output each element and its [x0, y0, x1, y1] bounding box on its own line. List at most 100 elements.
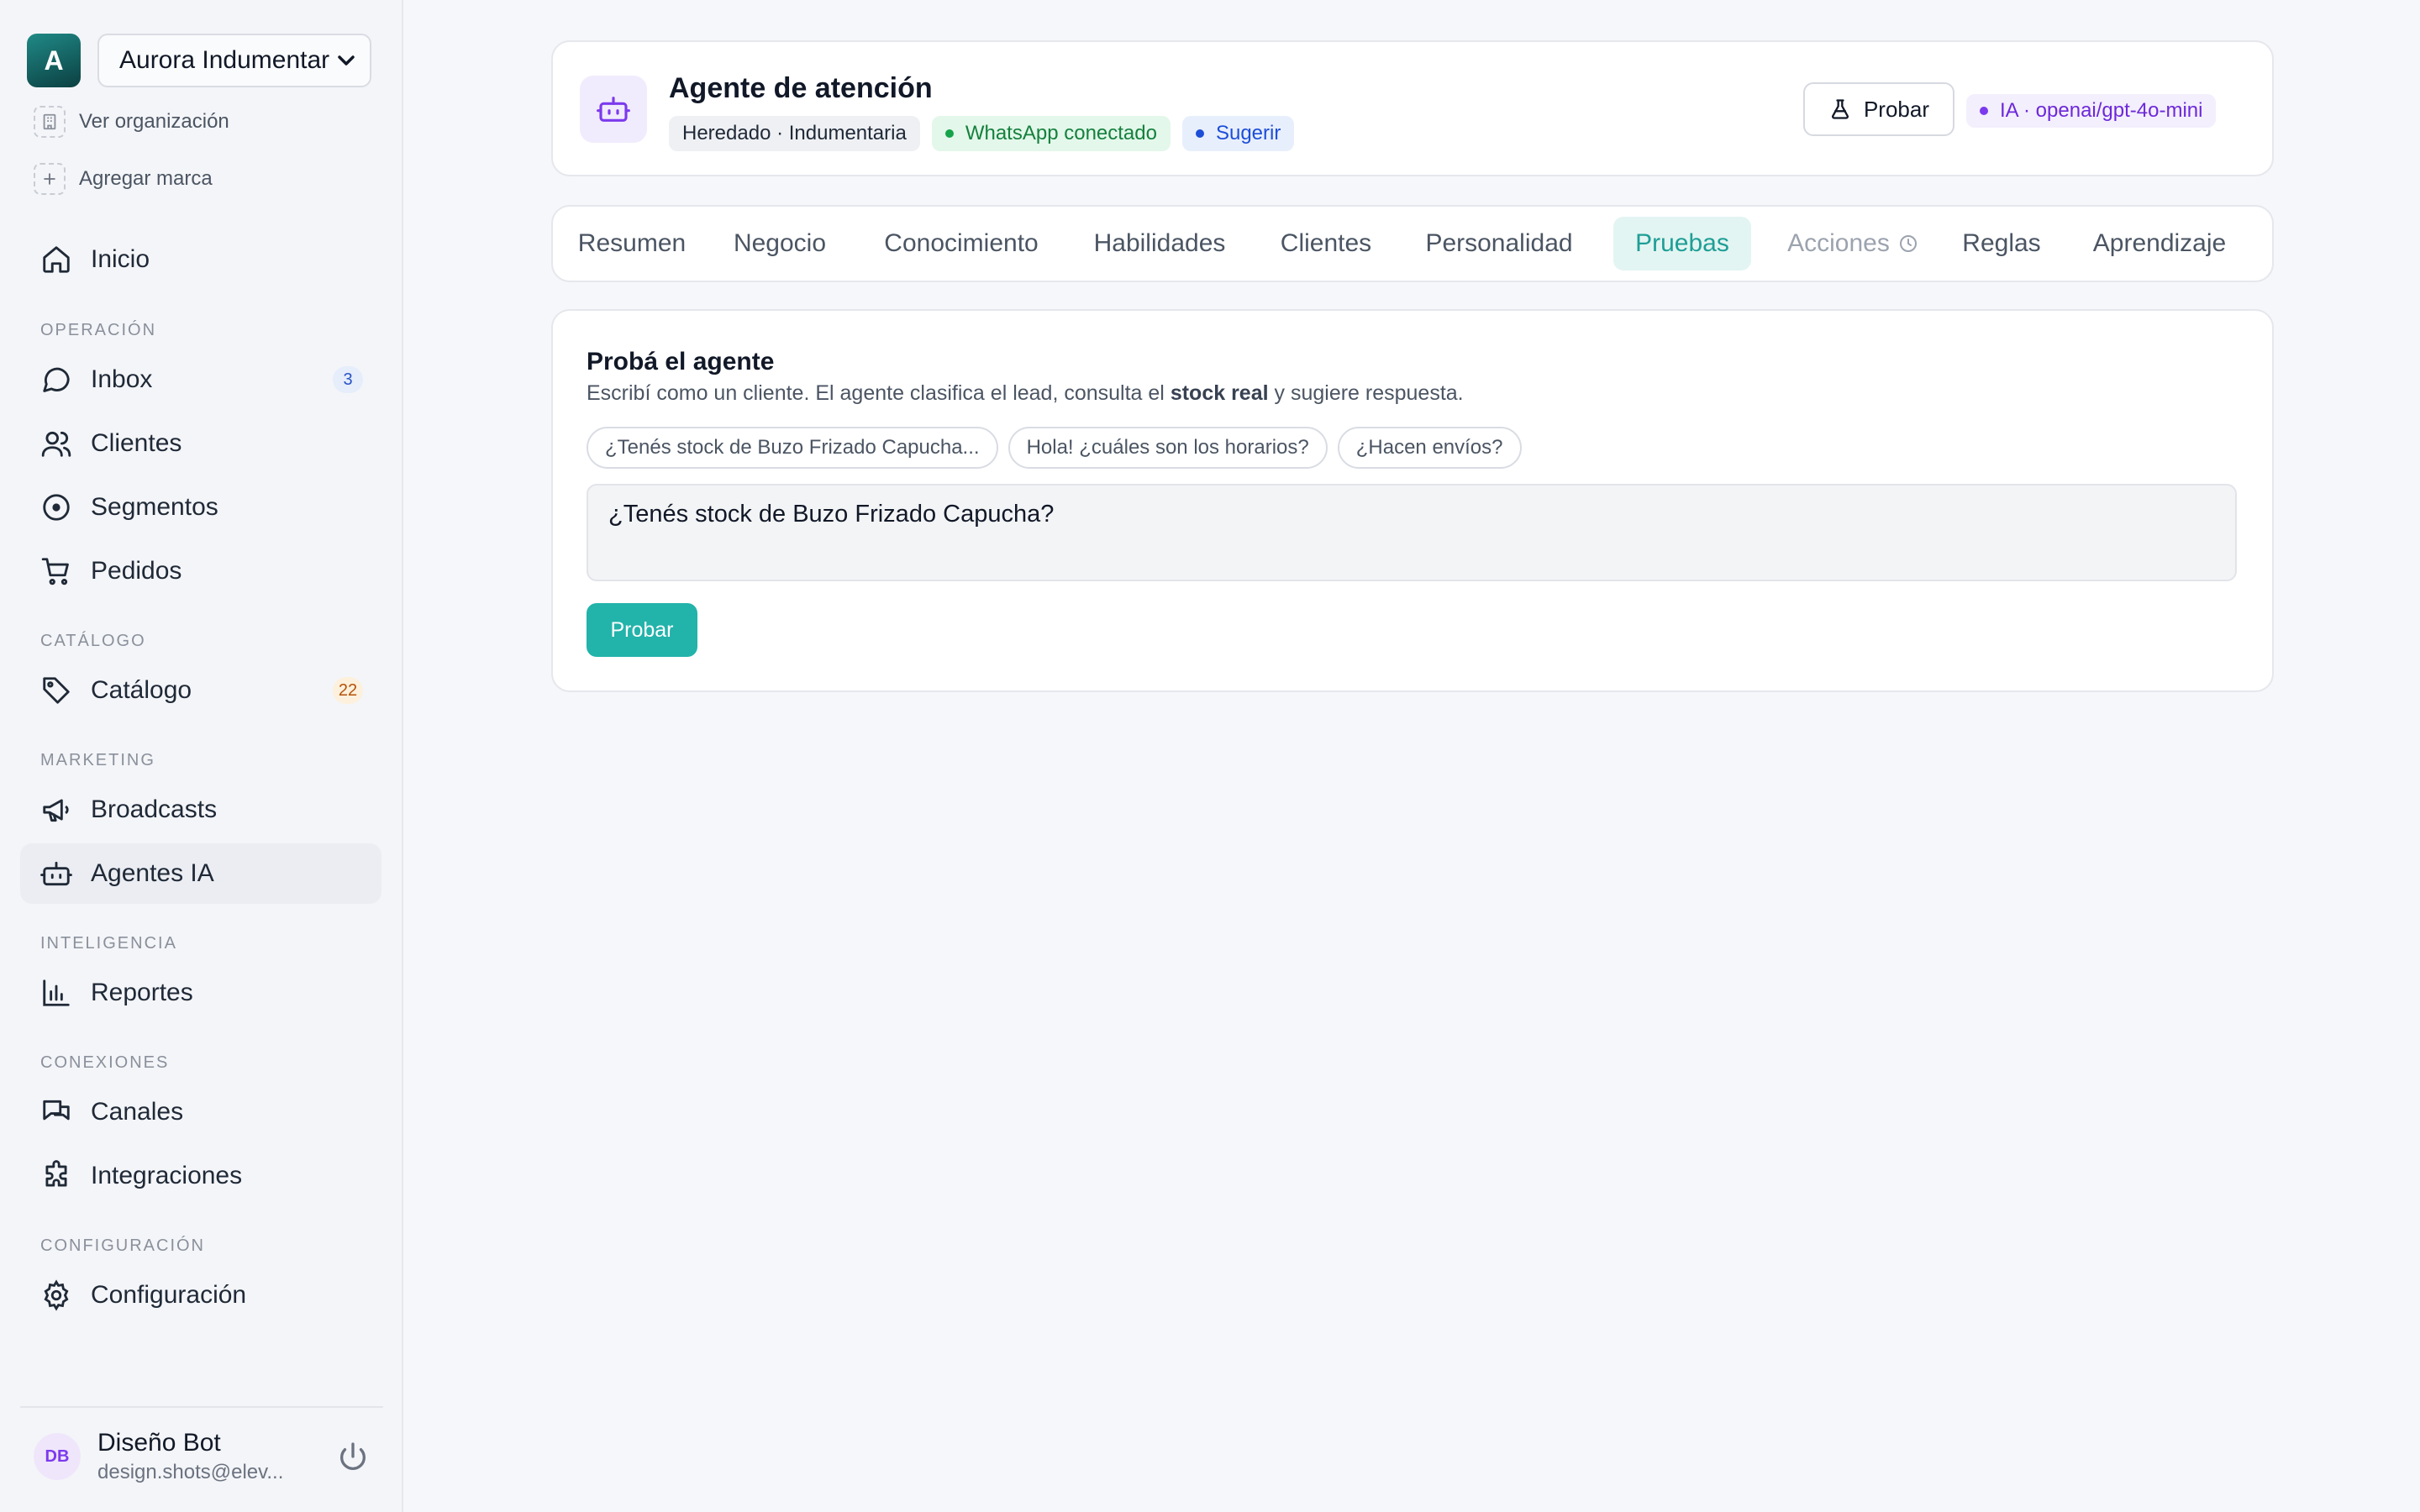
chevron-down-icon: [338, 55, 355, 66]
sidebar-item-label: Segmentos: [91, 493, 218, 521]
sidebar-item-inicio[interactable]: Inicio: [20, 229, 381, 290]
description-text: Escribí como un cliente. El agente clasi…: [587, 381, 1171, 405]
suggestion-chip[interactable]: Hola! ¿cuáles son los horarios?: [1007, 427, 1328, 469]
bot-icon: [580, 76, 647, 143]
sidebar-item-reportes[interactable]: Reportes: [20, 963, 381, 1023]
section-label-operacion: OPERACIÓN: [40, 321, 157, 339]
target-icon: [43, 494, 70, 521]
whatsapp-status-badge: WhatsApp conectado: [931, 116, 1171, 151]
whatsapp-status-label: WhatsApp conectado: [965, 122, 1157, 144]
sidebar-item-configuracion[interactable]: Configuración: [20, 1265, 381, 1326]
org-switcher: A Aurora Indumentaria: [27, 34, 371, 87]
suggestion-chip[interactable]: ¿Hacen envíos?: [1337, 427, 1522, 469]
section-description: Escribí como un cliente. El agente clasi…: [587, 381, 1464, 406]
tab-personalidad[interactable]: Personalidad: [1408, 217, 1590, 270]
sidebar-item-label: Agentes IA: [91, 859, 214, 887]
test-agent-button[interactable]: Probar: [1803, 82, 1954, 136]
agent-chips: Heredado · Indumentaria WhatsApp conecta…: [669, 116, 1306, 151]
user-profile[interactable]: DB Diseño Bot design.shots@elev...: [34, 1428, 370, 1485]
sidebar-item-integraciones[interactable]: Integraciones: [20, 1146, 381, 1206]
tab-pruebas[interactable]: Pruebas: [1613, 217, 1751, 270]
agent-tabs: Resumen Negocio Conocimiento Habilidades…: [551, 205, 2274, 282]
sidebar-item-clientes[interactable]: Clientes: [20, 413, 381, 474]
page-title: Agente de atención: [669, 72, 933, 104]
tab-negocio[interactable]: Negocio: [719, 217, 840, 270]
users-icon: [41, 431, 71, 457]
sidebar-item-label: Configuración: [91, 1281, 247, 1309]
home-icon: [43, 246, 70, 273]
sidebar-item-label: Canales: [91, 1098, 184, 1126]
sidebar-item-agentes-ia[interactable]: Agentes IA: [20, 843, 381, 904]
messages-icon: [43, 1100, 70, 1121]
add-brand-label: Agregar marca: [79, 167, 213, 190]
building-icon: [34, 106, 66, 138]
inherited-badge: Heredado · Indumentaria: [669, 116, 920, 151]
sidebar-item-catalogo[interactable]: Catálogo 22: [20, 660, 381, 721]
status-dot-icon: [1195, 129, 1204, 138]
view-organization-link[interactable]: Ver organización: [34, 106, 229, 138]
mode-label: Sugerir: [1215, 122, 1281, 144]
section-label-catalogo: CATÁLOGO: [40, 632, 146, 650]
tab-clientes[interactable]: Clientes: [1267, 217, 1385, 270]
test-message-input[interactable]: ¿Tenés stock de Buzo Frizado Capucha?: [587, 484, 2237, 581]
view-organization-label: Ver organización: [79, 110, 229, 133]
tab-reglas[interactable]: Reglas: [1951, 217, 2052, 270]
tab-aprendizaje[interactable]: Aprendizaje: [2075, 217, 2244, 270]
tab-acciones-label: Acciones: [1787, 229, 1890, 257]
status-dot-icon: [944, 129, 954, 138]
avatar: DB: [34, 1433, 81, 1480]
gear-icon: [44, 1279, 69, 1311]
description-text-end: y sugiere respuesta.: [1268, 381, 1464, 405]
sidebar-item-label: Broadcasts: [91, 795, 218, 823]
sidebar: A Aurora Indumentaria Ver organización A…: [0, 0, 403, 1512]
puzzle-icon: [45, 1160, 67, 1187]
description-bold: stock real: [1170, 381, 1269, 405]
sidebar-item-label: Reportes: [91, 979, 193, 1006]
sidebar-item-canales[interactable]: Canales: [20, 1082, 381, 1142]
sidebar-item-label: Clientes: [91, 429, 182, 457]
power-icon[interactable]: [336, 1440, 370, 1473]
sidebar-item-broadcasts[interactable]: Broadcasts: [20, 780, 381, 840]
tab-acciones[interactable]: Acciones: [1773, 217, 1933, 270]
org-select-value: Aurora Indumentaria: [119, 46, 329, 74]
user-email: design.shots@elev...: [97, 1461, 284, 1483]
message-circle-icon: [43, 367, 70, 392]
sidebar-item-label: Pedidos: [91, 557, 182, 585]
section-label-marketing: MARKETING: [40, 751, 155, 769]
tag-icon: [43, 677, 70, 704]
org-select[interactable]: Aurora Indumentaria: [97, 34, 371, 87]
sidebar-item-label: Integraciones: [91, 1162, 243, 1189]
model-label: IA · openai/gpt-4o-mini: [2000, 99, 2203, 122]
sidebar-item-pedidos[interactable]: Pedidos: [20, 541, 381, 601]
clock-icon: [1899, 235, 1917, 252]
sidebar-item-label: Catálogo: [91, 676, 192, 704]
plus-icon: [34, 163, 66, 195]
sidebar-item-label: Inbox: [91, 365, 153, 393]
user-divider: [20, 1406, 383, 1408]
agent-header-card: Agente de atención Heredado · Indumentar…: [551, 40, 2274, 176]
tab-habilidades[interactable]: Habilidades: [1076, 217, 1244, 270]
mode-badge: Sugerir: [1181, 116, 1295, 151]
shopping-cart-icon: [41, 558, 69, 585]
tab-conocimiento[interactable]: Conocimiento: [869, 217, 1054, 270]
tab-resumen[interactable]: Resumen: [570, 217, 694, 270]
catalogo-count-badge: 22: [333, 677, 363, 704]
section-label-inteligencia: INTELIGENCIA: [40, 934, 177, 953]
megaphone-icon: [43, 799, 69, 822]
section-label-configuracion: CONFIGURACIÓN: [40, 1236, 205, 1255]
suggestion-chip[interactable]: ¿Tenés stock de Buzo Frizado Capucha...: [587, 427, 998, 469]
flask-icon: [1831, 99, 1849, 119]
section-label-conexiones: CONEXIONES: [40, 1053, 170, 1072]
submit-test-button[interactable]: Probar: [587, 603, 697, 657]
test-agent-button-label: Probar: [1863, 96, 1930, 122]
bar-chart-icon: [43, 979, 70, 1006]
org-avatar: A: [27, 34, 81, 87]
sidebar-item-label: Inicio: [91, 245, 150, 273]
bot-icon: [40, 861, 72, 886]
model-badge: IA · openai/gpt-4o-mini: [1966, 94, 2217, 128]
add-brand-link[interactable]: Agregar marca: [34, 163, 213, 195]
section-title: Probá el agente: [587, 348, 775, 375]
sidebar-item-inbox[interactable]: Inbox 3: [20, 349, 381, 410]
sidebar-item-segmentos[interactable]: Segmentos: [20, 477, 381, 538]
inbox-count-badge: 3: [333, 366, 363, 393]
